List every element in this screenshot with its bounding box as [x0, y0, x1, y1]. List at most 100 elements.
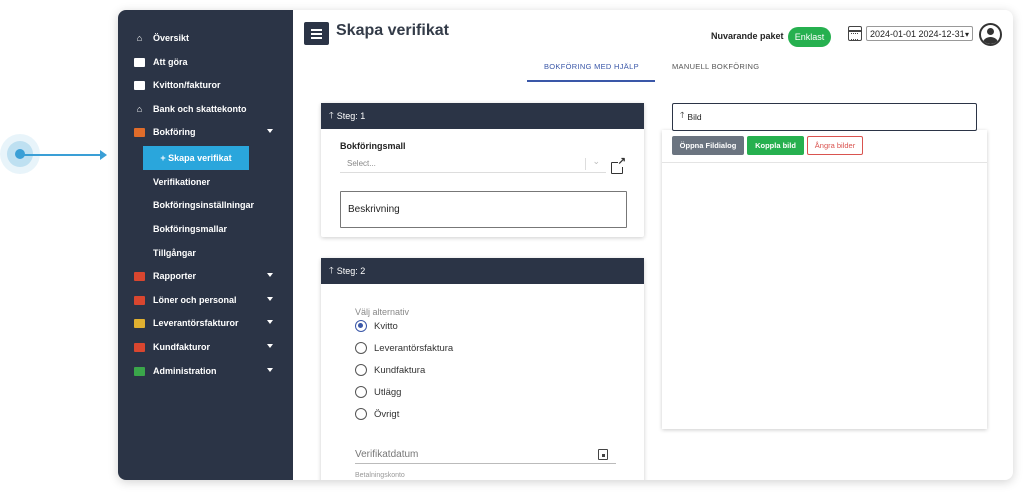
chevron-down-icon	[267, 129, 273, 133]
open-file-dialog-button[interactable]: Öppna Fildialog	[672, 136, 744, 155]
sidebar-item-bank[interactable]: ⌂ Bank och skattekonto	[118, 99, 293, 119]
payroll-icon	[134, 295, 145, 305]
undo-images-button[interactable]: Ångra bilder	[807, 136, 863, 155]
radio-option-leverantorsfaktura[interactable]: Leverantörsfaktura	[355, 342, 453, 354]
chart-icon	[134, 271, 145, 281]
todo-icon	[134, 57, 145, 67]
step1-header-label: Steg: 1	[336, 111, 366, 121]
admin-icon	[134, 366, 145, 376]
chevron-down-icon	[267, 273, 273, 277]
active-tab-indicator	[527, 80, 655, 82]
arrow-up-icon: 🡑	[329, 265, 334, 275]
arrow-up-icon: 🡑	[329, 110, 334, 120]
chevron-down-icon: ▾	[964, 30, 969, 39]
radio-unchecked-icon	[355, 342, 367, 354]
package-label: Nuvarande paket	[711, 31, 784, 41]
choose-option-label: Välj alternativ	[355, 307, 410, 317]
supplier-icon	[134, 318, 145, 328]
sidebar-item-label: Löner och personal	[153, 295, 237, 305]
home-icon: ⌂	[136, 32, 143, 43]
pointer-arrow-line	[24, 154, 102, 156]
template-placeholder: Select...	[347, 159, 376, 168]
radio-option-kvitto[interactable]: Kvitto	[355, 320, 398, 332]
date-range-value: 2024-01-01 2024-12-31	[870, 28, 965, 39]
radio-label: Utlägg	[374, 386, 402, 398]
sidebar-item-label: Bank och skattekonto	[153, 104, 247, 114]
chevron-down-icon	[267, 320, 273, 324]
sidebar-subitem-tillgangar[interactable]: Tillgångar	[153, 244, 196, 262]
date-range-select[interactable]: 2024-01-01 2024-12-31 ▾	[866, 26, 973, 41]
radio-option-kundfaktura[interactable]: Kundfaktura	[355, 364, 425, 376]
radio-option-utlagg[interactable]: Utlägg	[355, 386, 401, 398]
verification-date-label: Verifikatdatum	[355, 449, 419, 460]
chevron-down-icon	[267, 297, 273, 301]
image-label: Bild	[687, 112, 702, 122]
template-select[interactable]: Select... ⌄	[340, 155, 606, 173]
radio-option-ovrigt[interactable]: Övrigt	[355, 408, 399, 420]
menu-bar	[311, 33, 322, 35]
sidebar-item-bokforing[interactable]: Bokföring	[118, 122, 293, 142]
sidebar-item-label: Kundfakturor	[153, 342, 210, 352]
sidebar-item-label: Kvitton/fakturor	[153, 80, 221, 90]
radio-label: Kvitto	[374, 320, 398, 332]
sidebar-item-label: Rapporter	[153, 271, 197, 281]
book-icon	[134, 127, 145, 137]
sidebar: ⌂ Översikt Att göra Kvitton/fakturor ⌂ B…	[118, 10, 293, 480]
step1-header[interactable]: 🡑 Steg: 1	[321, 103, 644, 129]
calendar-icon[interactable]	[598, 449, 608, 460]
radio-label: Leverantörsfaktura	[374, 342, 454, 354]
arrow-up-icon: 🡑	[680, 110, 685, 120]
divider	[662, 162, 987, 163]
sidebar-item-kundfakturor[interactable]: Kundfakturor	[118, 337, 293, 357]
description-field[interactable]: Beskrivning	[340, 191, 627, 228]
image-header[interactable]: 🡑 Bild	[672, 103, 977, 131]
app-window: ⌂ Översikt Att göra Kvitton/fakturor ⌂ B…	[118, 10, 1013, 480]
receipt-icon	[134, 80, 145, 90]
customer-icon	[134, 342, 145, 352]
sidebar-subitem-skapa-verifikat[interactable]: + Skapa verifikat	[143, 146, 249, 170]
template-label: Bokföringsmall	[340, 141, 406, 151]
menu-bar	[311, 37, 322, 39]
step2-header[interactable]: 🡑 Steg: 2	[321, 258, 644, 284]
sidebar-item-administration[interactable]: Administration	[118, 361, 293, 381]
chevron-down-icon: ⌄	[592, 156, 600, 166]
sidebar-item-leverantorsfakturor[interactable]: Leverantörsfakturor	[118, 313, 293, 333]
sidebar-item-kvitton-fakturor[interactable]: Kvitton/fakturor	[118, 75, 293, 95]
chevron-down-icon	[267, 368, 273, 372]
calendar-icon	[848, 26, 862, 41]
bank-icon: ⌂	[136, 103, 143, 114]
sidebar-item-oversikt[interactable]: ⌂ Översikt	[118, 28, 293, 48]
sidebar-item-label: Bokföring	[153, 127, 196, 137]
screenshot-stage: ⌂ Översikt Att göra Kvitton/fakturor ⌂ B…	[0, 0, 1024, 494]
radio-unchecked-icon	[355, 386, 367, 398]
sidebar-item-loner[interactable]: Löner och personal	[118, 290, 293, 310]
package-badge[interactable]: Enklast	[788, 27, 831, 47]
verification-date-field[interactable]: Verifikatdatum	[355, 446, 616, 464]
radio-unchecked-icon	[355, 408, 367, 420]
sidebar-item-rapporter[interactable]: Rapporter	[118, 266, 293, 286]
radio-checked-icon	[355, 320, 367, 332]
menu-bar	[311, 29, 322, 31]
user-avatar-icon[interactable]	[979, 23, 1002, 46]
hamburger-menu-button[interactable]	[304, 22, 329, 45]
sidebar-item-att-gora[interactable]: Att göra	[118, 52, 293, 72]
select-divider	[585, 158, 586, 170]
payment-account-label: Betalningskonto	[355, 472, 405, 479]
sidebar-item-label: Leverantörsfakturor	[153, 318, 239, 328]
sidebar-item-label: Administration	[153, 366, 217, 376]
step2-card: 🡑 Steg: 2 Välj alternativ Kvitto Leveran…	[321, 258, 644, 480]
step2-header-label: Steg: 2	[336, 266, 366, 276]
tab-bokforing-med-hjalp[interactable]: BOKFÖRING MED HJÄLP	[544, 62, 639, 71]
sidebar-subitem-bokforingsmallar[interactable]: Bokföringsmallar	[153, 220, 227, 238]
link-image-button[interactable]: Koppla bild	[747, 136, 804, 155]
external-link-icon[interactable]	[611, 157, 626, 174]
step1-card: 🡑 Steg: 1 Bokföringsmall Select... ⌄ Bes…	[321, 103, 644, 237]
tab-manuell-bokforing[interactable]: MANUELL BOKFÖRING	[672, 62, 759, 71]
sidebar-subitem-bokforingsinstallningar[interactable]: Bokföringsinställningar	[153, 196, 254, 214]
sidebar-subitem-verifikationer[interactable]: Verifikationer	[153, 173, 210, 191]
radio-label: Kundfaktura	[374, 364, 426, 376]
radio-unchecked-icon	[355, 364, 367, 376]
image-panel: Öppna Fildialog Koppla bild Ångra bilder	[662, 130, 987, 429]
chevron-down-icon	[267, 344, 273, 348]
pointer-arrow-head-icon	[100, 150, 107, 160]
